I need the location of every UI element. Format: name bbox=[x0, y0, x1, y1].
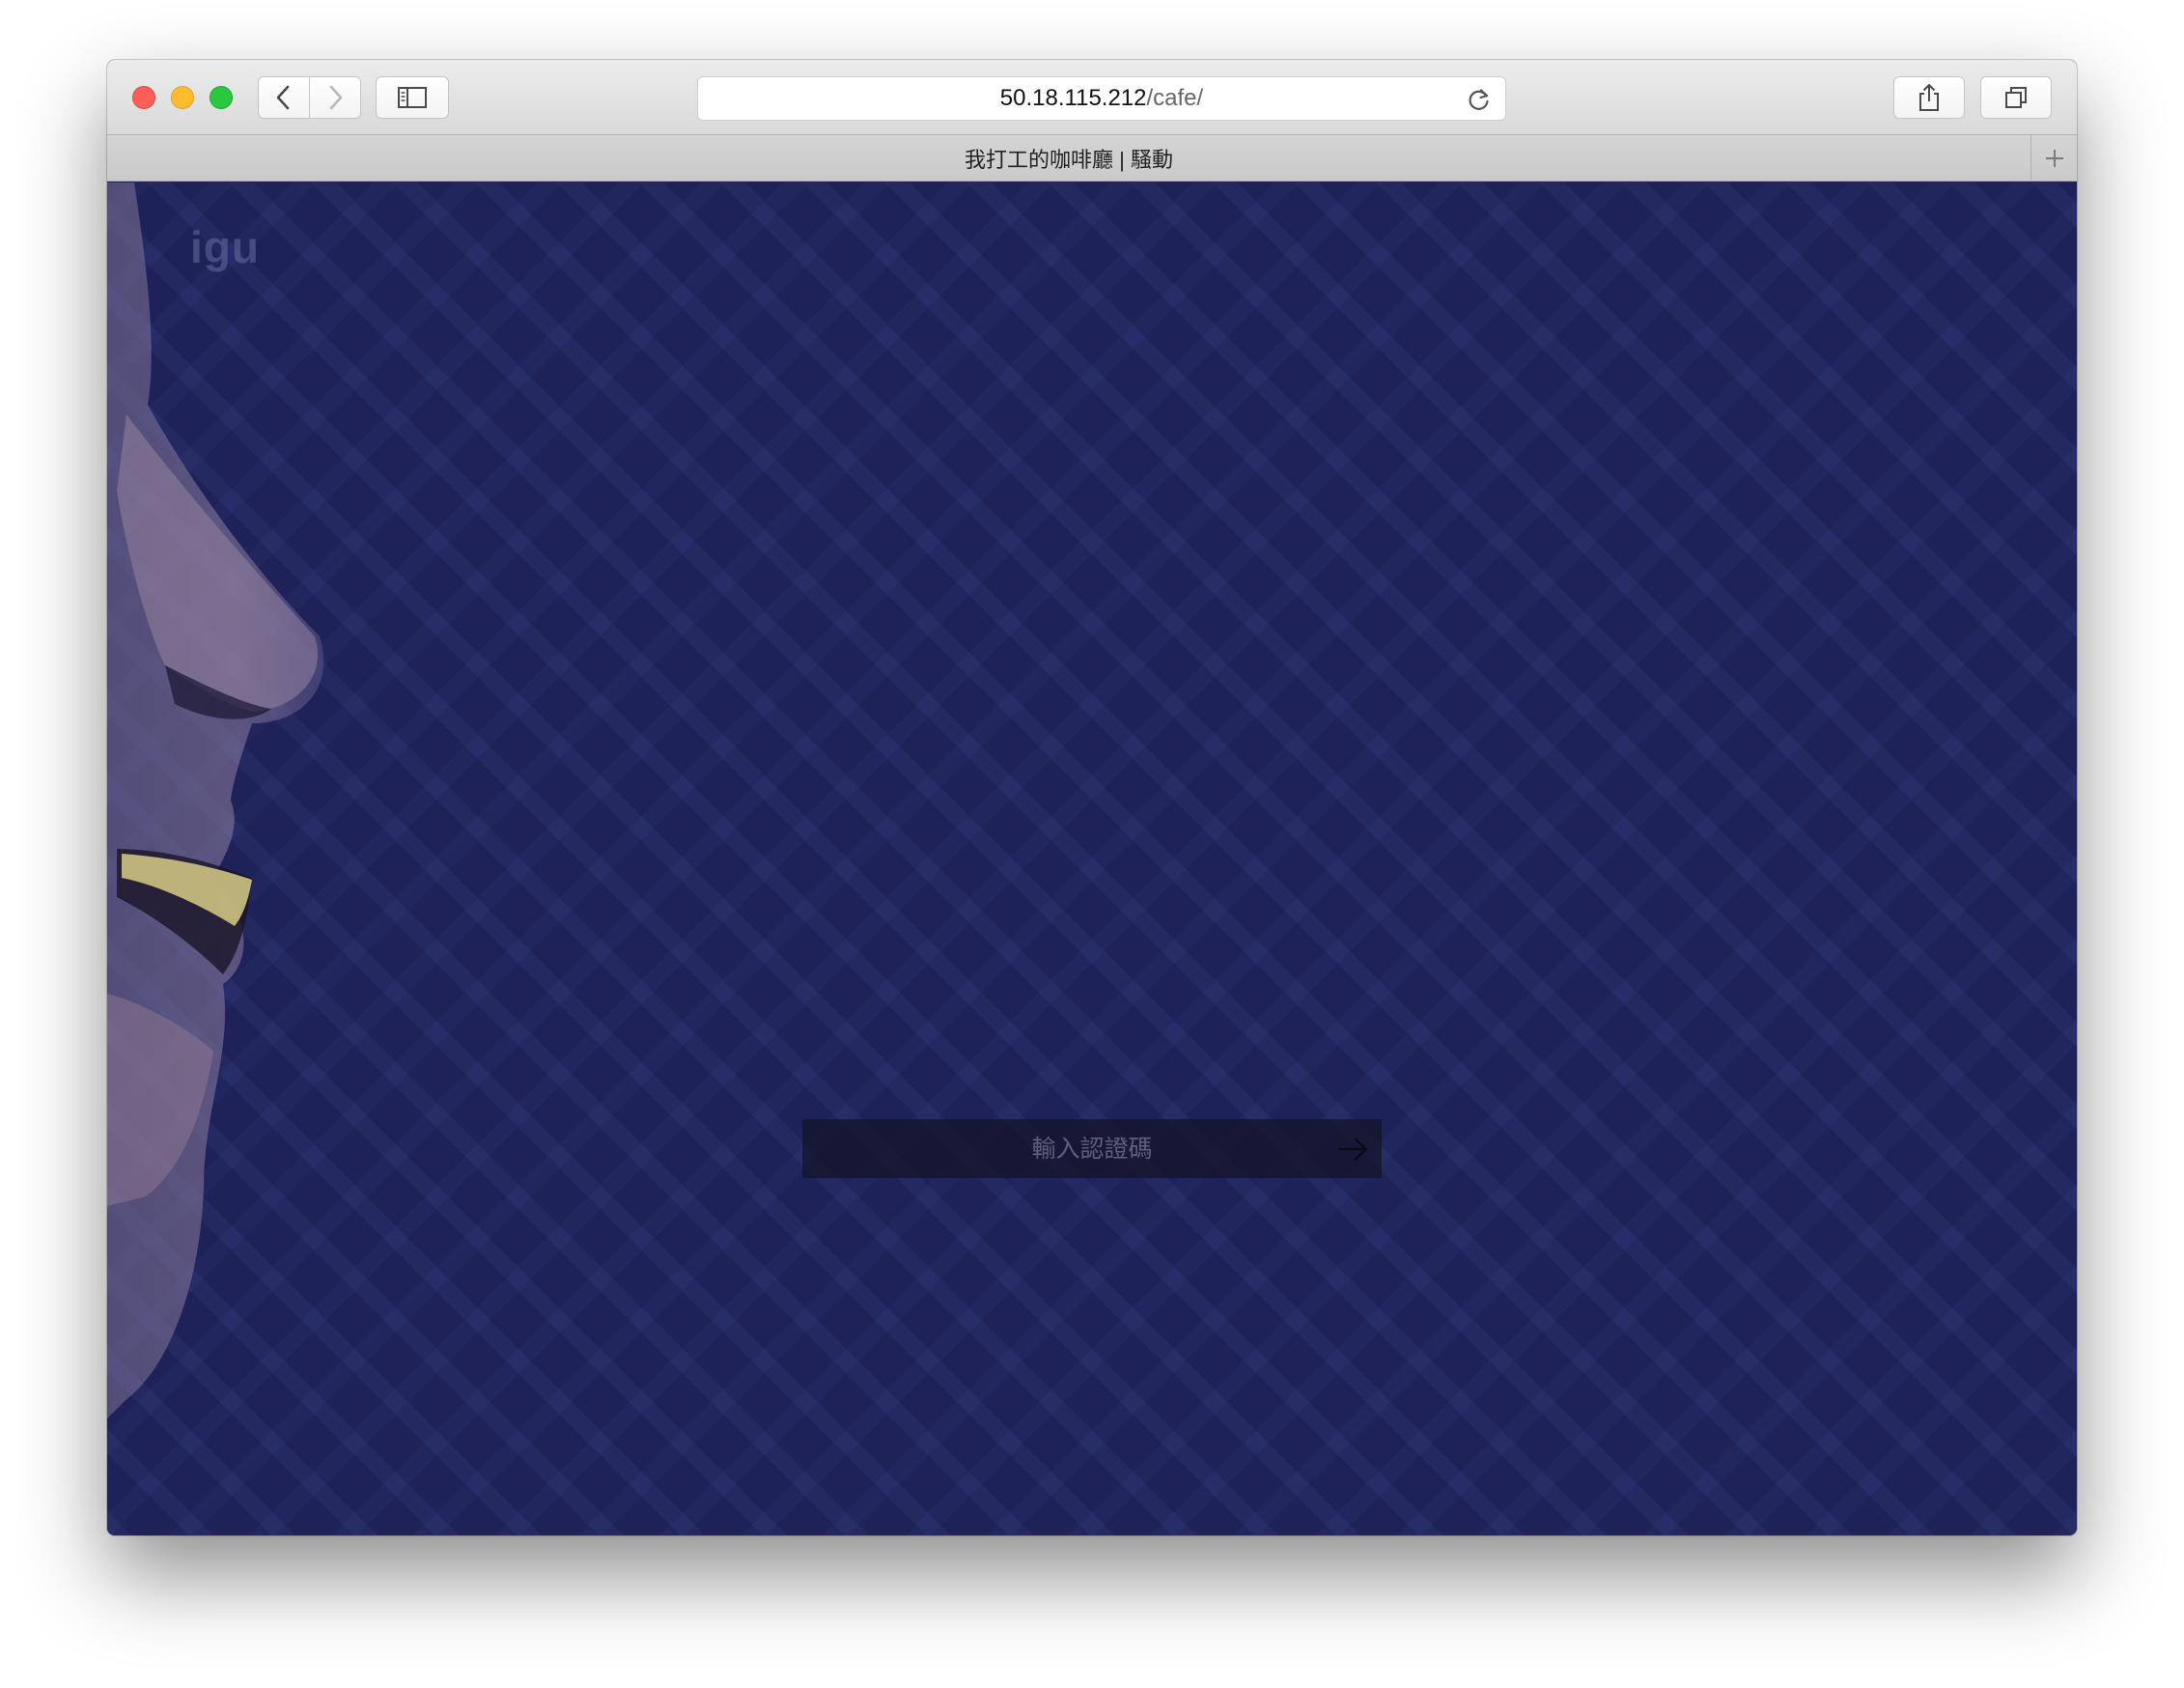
reload-button[interactable] bbox=[1465, 85, 1494, 114]
arrow-right-icon bbox=[1338, 1138, 1368, 1161]
url-host: 50.18.115.212 bbox=[999, 85, 1147, 111]
tab-title: 我打工的咖啡廳 | 騷動 bbox=[965, 148, 1173, 172]
auth-code-input[interactable] bbox=[802, 1119, 1382, 1178]
site-logo[interactable]: igu bbox=[190, 221, 260, 273]
sidebar-toggle-button[interactable] bbox=[376, 76, 449, 119]
new-tab-button[interactable] bbox=[2030, 135, 2077, 182]
reload-icon bbox=[1469, 89, 1489, 110]
close-window-button[interactable] bbox=[132, 86, 155, 109]
browser-toolbar: 50.18.115.212/cafe/ bbox=[107, 60, 2077, 135]
tab-overview-button[interactable] bbox=[1980, 76, 2052, 119]
forward-button[interactable] bbox=[309, 76, 361, 119]
tabs-overview-icon bbox=[2005, 87, 2027, 108]
tab-active[interactable]: 我打工的咖啡廳 | 騷動 bbox=[107, 135, 2030, 182]
page-content: igu bbox=[107, 183, 2077, 1535]
address-bar[interactable]: 50.18.115.212/cafe/ bbox=[697, 76, 1506, 121]
tab-bar: 我打工的咖啡廳 | 騷動 bbox=[107, 135, 2077, 182]
sidebar-icon bbox=[398, 87, 427, 108]
chevron-left-icon bbox=[276, 85, 290, 110]
url-path: /cafe/ bbox=[1146, 85, 1204, 111]
share-button[interactable] bbox=[1893, 76, 1965, 119]
back-button[interactable] bbox=[258, 76, 310, 119]
minimize-window-button[interactable] bbox=[171, 86, 194, 109]
background-face-image bbox=[107, 183, 324, 1419]
chevron-right-icon bbox=[329, 85, 343, 110]
share-icon bbox=[1919, 84, 1939, 111]
zoom-window-button[interactable] bbox=[210, 86, 233, 109]
submit-auth-button[interactable] bbox=[1331, 1129, 1374, 1169]
browser-window: 50.18.115.212/cafe/ 我打工的咖啡廳 | 騷動 igu bbox=[107, 60, 2077, 1535]
plus-icon bbox=[2045, 150, 2063, 167]
auth-form bbox=[802, 1119, 1382, 1178]
